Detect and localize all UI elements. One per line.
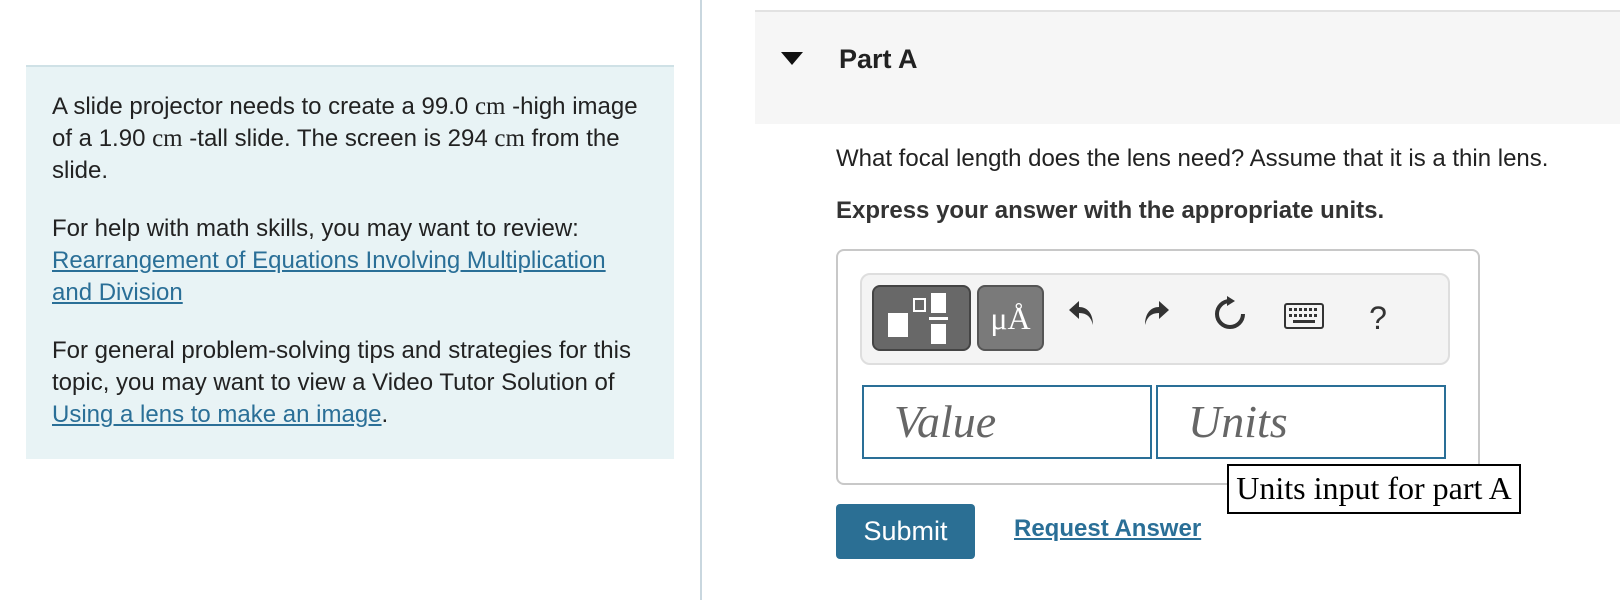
math-toolbar: μÅ ?	[860, 273, 1450, 365]
keyboard-icon[interactable]	[1282, 295, 1326, 341]
tips-end: .	[381, 401, 389, 428]
units-input-tooltip: Units input for part A	[1227, 464, 1521, 514]
undo-icon[interactable]	[1060, 295, 1104, 341]
answer-box: μÅ ? Value Units	[836, 249, 1480, 485]
redo-icon[interactable]	[1134, 295, 1178, 341]
unit-cm: cm	[494, 125, 525, 152]
templates-icon	[888, 293, 948, 344]
part-header[interactable]: Part A	[755, 10, 1620, 124]
panel-divider	[700, 0, 702, 600]
help-icon[interactable]: ?	[1356, 295, 1400, 341]
part-title: Part A	[839, 44, 918, 74]
problem-panel: A slide projector needs to create a 99.0…	[26, 65, 674, 459]
units-button[interactable]: μÅ	[977, 285, 1044, 351]
video-tutor-link[interactable]: Using a lens to make an image	[52, 401, 382, 428]
unit-cm: cm	[474, 93, 506, 120]
value-input[interactable]: Value	[862, 385, 1152, 459]
submit-button[interactable]: Submit	[836, 504, 975, 559]
instruction-text: Express your answer with the appropriate…	[836, 197, 1385, 224]
help-section: For help with math skills, you may want …	[52, 213, 648, 309]
units-input[interactable]: Units	[1156, 385, 1446, 459]
problem-statement: A slide projector needs to create a 99.0…	[52, 91, 648, 187]
unit-cm: cm	[152, 125, 183, 152]
math-skills-link[interactable]: Rearrangement of Equations Involving Mul…	[52, 247, 606, 306]
reset-icon[interactable]	[1208, 295, 1252, 341]
tips-section: For general problem-solving tips and str…	[52, 335, 648, 431]
tips-text: For general problem-solving tips and str…	[52, 337, 631, 396]
request-answer-link[interactable]: Request Answer	[1014, 515, 1201, 543]
question-text: What focal length does the lens need? As…	[836, 145, 1549, 172]
templates-button[interactable]	[872, 285, 971, 351]
statement-text: -tall slide. The screen is 294	[182, 125, 495, 152]
statement-text: A slide projector needs to create a 99.0	[52, 93, 475, 120]
collapse-caret-icon[interactable]	[781, 52, 803, 65]
help-intro: For help with math skills, you may want …	[52, 215, 579, 242]
